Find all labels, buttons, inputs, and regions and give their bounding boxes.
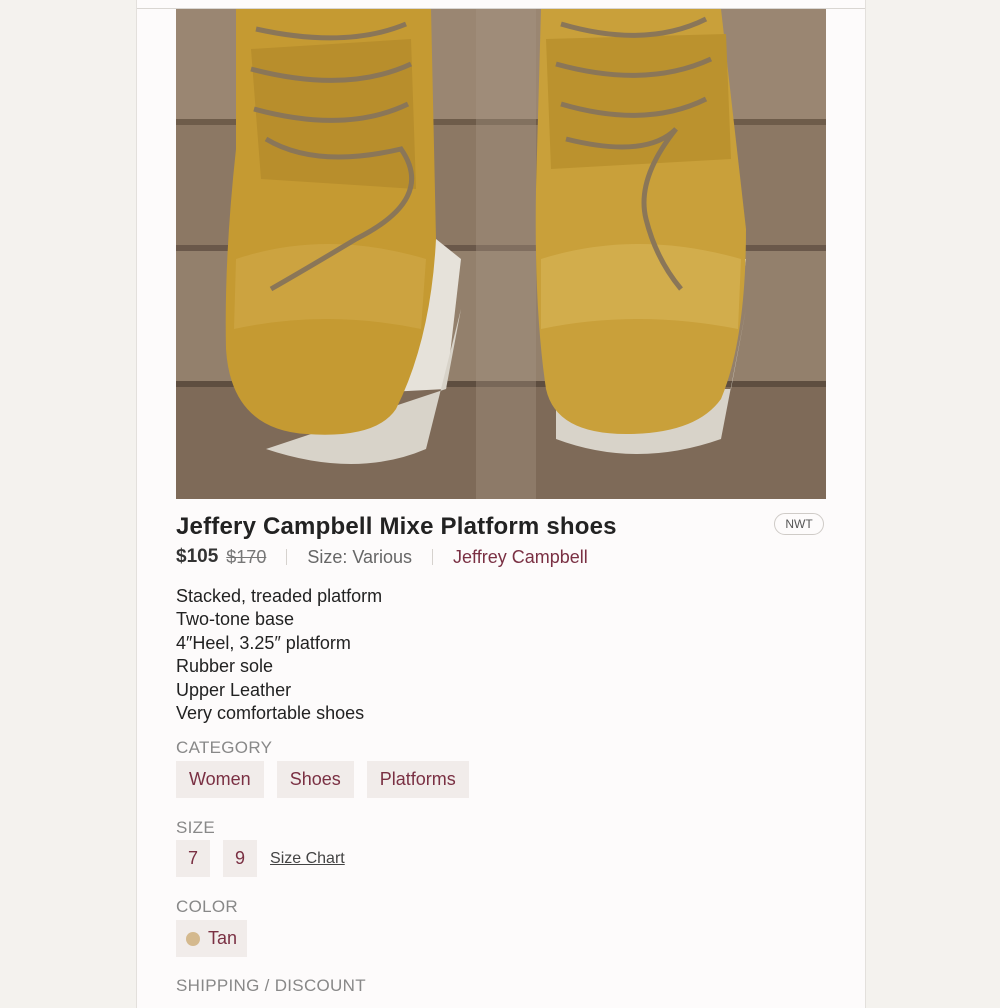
size-option-9[interactable]: 9	[223, 840, 258, 877]
top-bar	[137, 0, 865, 9]
category-chips: Women Shoes Platforms	[176, 761, 482, 798]
product-photo[interactable]	[176, 9, 826, 499]
listing-description: Stacked, treaded platform Two-tone base …	[176, 585, 382, 725]
size-summary: Size: Various	[307, 546, 413, 567]
size-label: SIZE	[176, 818, 215, 837]
description-line: Two-tone base	[176, 609, 295, 630]
product-photo-image	[176, 9, 826, 499]
category-chip-platforms[interactable]: Platforms	[366, 761, 469, 798]
color-options: Tan	[176, 920, 260, 957]
color-label: COLOR	[176, 897, 238, 916]
brand-link[interactable]: Jeffrey Campbell	[453, 547, 588, 568]
shipping-label: SHIPPING / DISCOUNT	[176, 976, 366, 995]
divider	[432, 549, 434, 565]
color-chip-label: Tan	[208, 928, 238, 948]
listing-title: Jeffery Campbell Mixe Platform shoes	[176, 513, 617, 540]
size-option-7[interactable]: 7	[176, 840, 211, 877]
color-chip-tan[interactable]: Tan	[176, 920, 248, 957]
original-price: $170	[226, 546, 267, 567]
price: $105	[176, 546, 219, 567]
category-label: CATEGORY	[176, 738, 273, 757]
listing-card: Jeffery Campbell Mixe Platform shoes NWT…	[136, 0, 866, 1008]
category-chip-shoes[interactable]: Shoes	[276, 761, 354, 798]
size-options: 7 9 Size Chart	[176, 840, 345, 877]
price-row: $105 $170 Size: Various Jeffrey Campbell	[176, 546, 588, 568]
description-line: Upper Leather	[176, 679, 292, 700]
condition-badge: NWT	[774, 513, 824, 535]
category-chip-women[interactable]: Women	[176, 761, 264, 798]
description-line: Very comfortable shoes	[176, 703, 365, 724]
description-line: Rubber sole	[176, 656, 274, 677]
color-swatch-icon	[186, 931, 200, 946]
description-line: Stacked, treaded platform	[176, 586, 383, 606]
size-chart-link[interactable]: Size Chart	[270, 850, 345, 868]
description-line: 4″Heel, 3.25″ platform	[176, 632, 351, 653]
divider	[286, 549, 288, 565]
